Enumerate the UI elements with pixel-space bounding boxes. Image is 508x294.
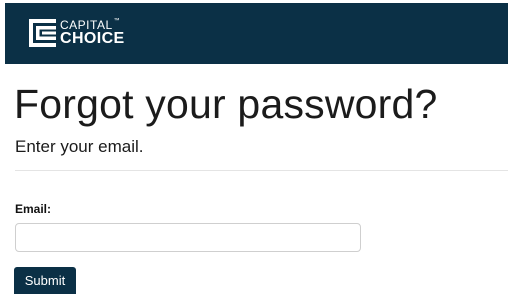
brand-logo[interactable]: CAPITAL ™ CHOICE: [29, 18, 125, 48]
page-title: Forgot your password?: [14, 81, 438, 127]
brand-line2: CHOICE: [60, 30, 125, 47]
email-label: Email:: [15, 202, 52, 216]
section-divider: [15, 170, 508, 171]
header-bar: CAPITAL ™ CHOICE: [5, 3, 508, 64]
email-field[interactable]: [15, 223, 361, 252]
capital-choice-logo-icon: [29, 19, 56, 47]
submit-button[interactable]: Submit: [14, 267, 76, 294]
page-subtitle: Enter your email.: [15, 137, 144, 156]
brand-wordmark: CAPITAL ™ CHOICE: [60, 18, 125, 47]
brand-trademark: ™: [113, 18, 121, 24]
page: CAPITAL ™ CHOICE Forgot your password? E…: [0, 0, 508, 294]
